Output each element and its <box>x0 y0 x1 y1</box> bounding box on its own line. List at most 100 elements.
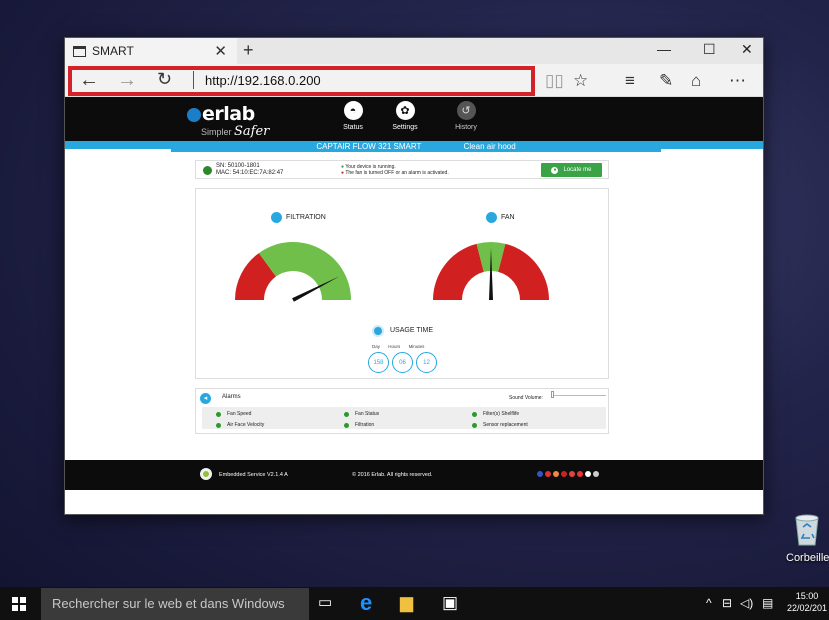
nav-status-label: Status <box>343 124 363 131</box>
alarm-item: Air Face Velocity <box>216 421 344 429</box>
nav-settings-label: Settings <box>392 124 418 131</box>
slider-handle[interactable] <box>551 391 554 398</box>
recycle-bin-icon <box>792 512 822 546</box>
flag-icon[interactable] <box>585 471 591 477</box>
status-dot <box>344 411 349 417</box>
dashboard: SN: 50100-1801 MAC: 54:10:EC:7A:82:47 ● … <box>195 160 609 434</box>
tagline-script: Safer <box>234 124 270 139</box>
fan-gauge <box>433 242 549 300</box>
alarm-item: Filtration <box>344 421 472 429</box>
alarm-list: Fan Speed Fan Status Filter(s) Shelflife… <box>202 407 606 429</box>
usage-unit-day: Day <box>372 344 381 349</box>
pin-icon: ● <box>551 166 559 174</box>
usage-values: 158 06 12 <box>368 352 437 373</box>
status-dot <box>216 411 221 417</box>
network-icon[interactable]: ⊟ <box>722 596 732 610</box>
sound-volume-label: Sound Volume: <box>509 395 543 401</box>
clock-icon <box>372 325 384 337</box>
task-view-icon[interactable]: ▭ <box>318 593 332 611</box>
new-tab-icon[interactable]: + <box>243 40 254 61</box>
status-dot <box>472 422 477 428</box>
forward-icon[interactable]: → <box>117 69 137 92</box>
close-window-icon[interactable]: ✕ <box>741 41 753 58</box>
flag-icon[interactable] <box>545 471 551 477</box>
tab-bar: SMART ✕ + — ☐ ✕ <box>65 38 763 64</box>
maximize-icon[interactable]: ☐ <box>703 41 716 58</box>
alarm-label: Filter(s) Shelflife <box>483 411 520 417</box>
usage-unit-minutes: Minutes <box>408 344 425 349</box>
windows-start-icon[interactable] <box>12 597 26 611</box>
status-legend: ● Your device is running. ● The fan is t… <box>341 164 449 176</box>
alarm-item: Filter(s) Shelflife <box>472 410 612 418</box>
site-header: erlab Simpler Safer ◓ Status ✿ Settings … <box>65 97 763 141</box>
taskbar-clock[interactable]: 15:00 22/02/201 <box>785 590 829 614</box>
web-note-icon[interactable]: ✎ <box>659 71 673 91</box>
nav-status[interactable]: ◓ Status <box>333 101 373 131</box>
more-icon[interactable]: ⋯ <box>729 71 746 91</box>
store-icon[interactable]: ▣ <box>442 593 458 613</box>
usage-minutes-value: 12 <box>416 352 437 373</box>
hub-icon[interactable]: ≡ <box>625 71 635 91</box>
refresh-icon[interactable]: ↻ <box>157 69 172 90</box>
clock-time: 15:00 <box>795 591 819 601</box>
flag-icon[interactable] <box>553 471 559 477</box>
reading-view-icon[interactable]: ▯▯ <box>545 71 564 91</box>
recycle-bin[interactable]: Corbeille <box>786 512 829 564</box>
close-tab-icon[interactable]: ✕ <box>214 42 227 60</box>
alarm-label: Sensor replacement <box>483 422 528 428</box>
alarms-title: Alarms <box>222 394 241 400</box>
site-footer: Embedded Service V2.1.4 A © 2016 Erlab. … <box>65 460 763 490</box>
gauges-panel: FILTRATION FAN USAGE TIME Day Hours Minu… <box>195 188 609 379</box>
address-bar: ← → ↻ http://192.168.0.200 ▯▯ ☆ ≡ ✎ ⌂ ⋯ <box>65 64 763 97</box>
device-title-bar: CAPTAIR FLOW 321 SMART Clean air hood <box>171 141 661 152</box>
flag-icon[interactable] <box>537 471 543 477</box>
alarm-item: Sensor replacement <box>472 421 612 429</box>
legend-alarm: The fan is turned OFF or an alarm is act… <box>345 170 449 176</box>
nav-settings[interactable]: ✿ Settings <box>385 101 425 131</box>
tagline-prefix: Simpler <box>201 127 235 137</box>
volume-icon[interactable]: ◁) <box>740 596 753 610</box>
back-icon[interactable]: ← <box>79 69 99 92</box>
footer-copyright: © 2016 Erlab. All rights reserved. <box>352 472 433 478</box>
minimize-icon[interactable]: — <box>657 41 671 57</box>
device-ids: SN: 50100-1801 MAC: 54:10:EC:7A:82:47 <box>216 163 283 177</box>
fan-title: FAN <box>501 214 515 221</box>
speaker-icon[interactable]: ◂ <box>200 393 211 404</box>
page-icon <box>73 45 86 57</box>
usage-days-value: 158 <box>368 352 389 373</box>
edge-icon[interactable]: e <box>360 590 372 616</box>
url-separator <box>193 71 194 89</box>
url-field[interactable]: http://192.168.0.200 <box>205 73 321 88</box>
favorite-star-icon[interactable]: ☆ <box>573 71 588 91</box>
notification-icon[interactable]: ▤ <box>762 596 773 610</box>
mac-address: MAC: 54:10:EC:7A:82:47 <box>216 170 284 176</box>
nav-history[interactable]: ↺ History <box>446 101 486 131</box>
locate-me-button[interactable]: ● Locate me <box>541 163 602 177</box>
filtration-header: FILTRATION <box>271 212 326 223</box>
file-explorer-icon[interactable]: ▆ <box>400 593 413 613</box>
flag-icon[interactable] <box>561 471 567 477</box>
clock-date: 22/02/201 <box>786 603 828 613</box>
erlab-logo: erlab Simpler Safer <box>187 103 269 139</box>
status-dot <box>472 411 477 417</box>
clean-air-hood-link[interactable]: Clean air hood <box>464 142 516 151</box>
device-title: CAPTAIR FLOW 321 SMART <box>316 142 422 151</box>
logo-tagline: Simpler Safer <box>201 124 269 139</box>
fan-gauge-zone <box>498 243 549 300</box>
sound-volume-slider[interactable] <box>552 395 606 396</box>
filtration-title: FILTRATION <box>286 214 326 221</box>
service-icon <box>200 468 212 480</box>
flag-icon[interactable] <box>569 471 575 477</box>
flag-icon[interactable] <box>577 471 583 477</box>
chevron-up-icon[interactable]: ^ <box>706 596 712 610</box>
usage-units: Day Hours Minutes <box>372 344 431 349</box>
browser-tab[interactable]: SMART ✕ <box>65 38 237 64</box>
alarm-label: Fan Speed <box>227 411 252 417</box>
filter-icon <box>271 212 282 223</box>
language-flags[interactable] <box>537 471 599 477</box>
alarm-label: Filtration <box>355 422 375 428</box>
taskbar-search[interactable]: Rechercher sur le web et dans Windows <box>41 588 309 620</box>
share-icon[interactable]: ⌂ <box>691 71 701 91</box>
flag-icon[interactable] <box>593 471 599 477</box>
alarm-label: Air Face Velocity <box>227 422 265 428</box>
